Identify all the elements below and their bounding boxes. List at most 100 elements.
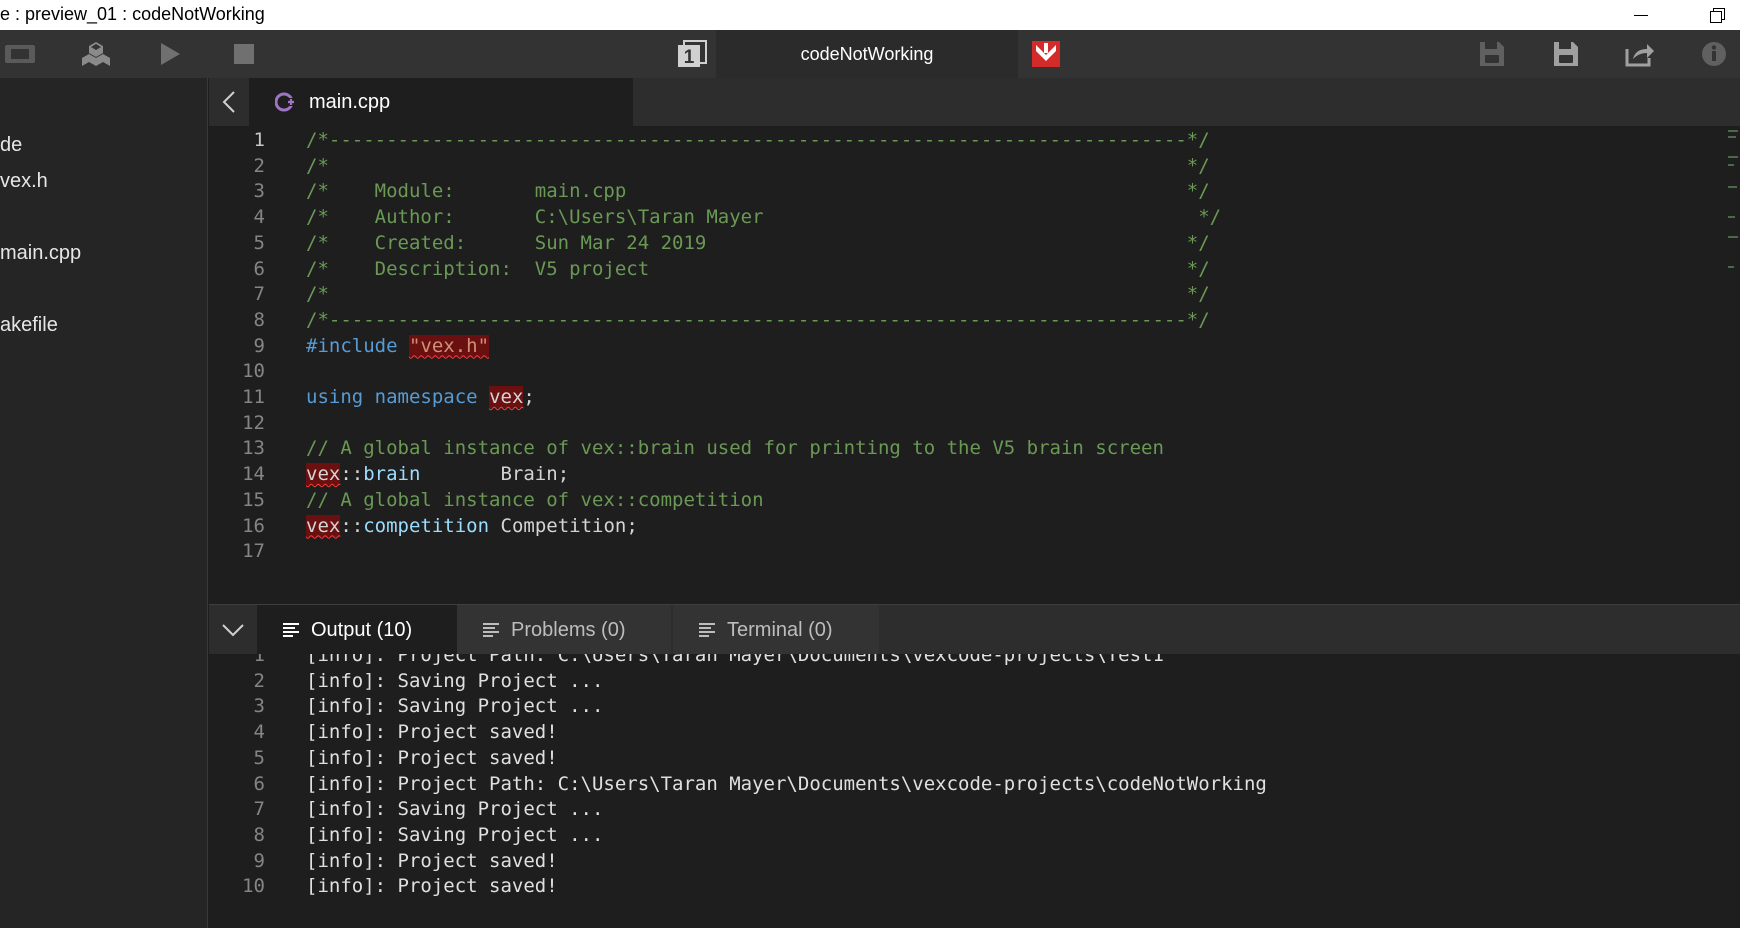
line-number: 2 (253, 154, 265, 177)
line-number: 15 (242, 488, 265, 511)
code-text: /* */ (306, 280, 1210, 309)
code-text: /*--------------------------------------… (306, 306, 1210, 335)
code-line[interactable]: 14 vex::brain Brain; (209, 460, 1709, 489)
line-number: 4 (253, 206, 265, 229)
save-as-icon (1554, 42, 1578, 66)
run-button[interactable] (148, 30, 192, 78)
output-line-number: 2 (253, 669, 265, 692)
error-token: "vex.h" (408, 334, 490, 357)
code-token: /*--------------------------------------… (306, 129, 1210, 151)
minimap[interactable] (1726, 126, 1740, 296)
output-panel[interactable]: 1 [info]: Project Path: C:\Users\Taran Ma… (209, 654, 1740, 928)
output-line-text: [info]: Project Path: C:\Users\Taran May… (306, 772, 1267, 795)
code-editor[interactable]: 1 /*-------------------------------------… (209, 126, 1740, 604)
collapse-sidebar-button[interactable] (209, 78, 249, 126)
vexcode-window: e : preview_01 : codeNotWorking 1 codeNo… (0, 0, 1740, 928)
code-line[interactable]: 17 (209, 537, 1709, 566)
code-token: /* Module: main.cpp */ (306, 180, 1210, 203)
output-line: 4 [info]: Project saved! (209, 718, 1709, 747)
output-line-text: [info]: Saving Project ... (306, 823, 604, 846)
output-line-text: [info]: Project saved! (306, 875, 558, 898)
tab-problems[interactable]: Problems (0) (457, 605, 671, 655)
sidebar-item-project[interactable]: de (0, 134, 22, 157)
output-line-text: [info]: Project saved! (306, 849, 558, 872)
code-line[interactable]: 11 using namespace vex; (209, 383, 1709, 412)
editor-tab-bar: main.cpp (209, 78, 1740, 126)
code-line[interactable]: 12 (209, 409, 1709, 438)
code-line[interactable]: 2 /* */ (209, 152, 1709, 181)
line-number: 7 (253, 283, 265, 306)
output-line-number: 8 (253, 823, 265, 846)
share-button[interactable] (1620, 30, 1660, 78)
code-line[interactable]: 15 // A global instance of vex::competiti… (209, 486, 1709, 515)
code-text: /* */ (306, 152, 1210, 181)
code-token: /* Description: V5 project */ (306, 257, 1210, 280)
output-line-text: [info]: Project saved! (306, 721, 558, 744)
save-icon (1480, 42, 1504, 66)
download-button[interactable] (1026, 30, 1066, 78)
slot-selector[interactable]: 1 (672, 30, 712, 78)
code-line[interactable]: 1 /*-------------------------------------… (209, 126, 1709, 155)
code-text: #include "vex.h" (306, 332, 490, 361)
code-line[interactable]: 6 /* Description: V5 project */ (209, 255, 1709, 284)
code-text: // A global instance of vex::brain used … (306, 434, 1164, 463)
slot-number: 1 (684, 47, 695, 68)
code-line[interactable]: 4 /* Author: C:\Users\Taran Mayer */ (209, 203, 1709, 232)
tab-terminal[interactable]: Terminal (0) (673, 605, 879, 655)
stop-button[interactable] (222, 30, 266, 78)
code-line[interactable]: 3 /* Module: main.cpp */ (209, 177, 1709, 206)
terminal-icon (699, 623, 715, 637)
info-icon (1702, 42, 1726, 66)
line-number: 3 (253, 180, 265, 203)
code-line[interactable]: 7 /* */ (209, 280, 1709, 309)
build-button[interactable] (74, 30, 118, 78)
code-line[interactable]: 16 vex::competition Competition; (209, 512, 1709, 541)
code-line[interactable]: 8 /*-------------------------------------… (209, 306, 1709, 335)
code-line[interactable]: 10 (209, 357, 1709, 386)
line-number: 10 (242, 360, 265, 383)
sidebar-item-makefile[interactable]: akefile (0, 314, 58, 337)
tab-main-cpp[interactable]: main.cpp (249, 78, 633, 126)
code-line[interactable]: 13 // A global instance of vex::brain use… (209, 434, 1709, 463)
panel-tab-bar: Output (10) Problems (0) Terminal (0) (209, 604, 1740, 655)
code-token: namespace (374, 386, 478, 408)
output-line-text: [info]: Saving Project ... (306, 669, 604, 692)
line-number: 1 (253, 129, 265, 151)
line-number: 14 (242, 463, 265, 486)
cpp-file-icon (275, 92, 294, 112)
code-text: /* Module: main.cpp */ (306, 177, 1210, 206)
project-name-field[interactable]: codeNotWorking (716, 30, 1018, 78)
code-token: /* */ (306, 154, 1210, 177)
run-icon (161, 43, 180, 65)
tab-output[interactable]: Output (10) (257, 605, 457, 655)
save-button[interactable] (1472, 30, 1512, 78)
chevron-down-icon (222, 624, 244, 637)
sidebar-item-main-cpp[interactable]: main.cpp (0, 242, 81, 265)
output-line-number: 6 (253, 772, 265, 795)
info-button[interactable] (1694, 30, 1734, 78)
line-number: 12 (242, 411, 265, 434)
minimize-icon (1634, 14, 1648, 16)
error-token: vex (306, 514, 341, 537)
save-as-button[interactable] (1546, 30, 1586, 78)
output-line-number: 9 (253, 849, 265, 872)
code-text: vex::competition Competition; (306, 512, 638, 541)
device-button[interactable] (0, 30, 44, 78)
line-number: 17 (242, 540, 265, 563)
code-text: // A global instance of vex::competition (306, 486, 764, 515)
sidebar-item-vex-h[interactable]: vex.h (0, 170, 48, 193)
title-bar: e : preview_01 : codeNotWorking (0, 0, 1740, 30)
collapse-panel-button[interactable] (209, 605, 257, 655)
restore-button[interactable] (1694, 0, 1740, 30)
code-line[interactable]: 9 #include "vex.h" (209, 332, 1709, 361)
chevron-left-icon (222, 91, 235, 113)
code-text: /* Description: V5 project */ (306, 255, 1210, 284)
output-icon (283, 623, 299, 637)
error-token: vex (306, 463, 341, 486)
minimize-button[interactable] (1618, 0, 1664, 30)
output-line-number: 7 (253, 798, 265, 821)
output-line-text: [info]: Project saved! (306, 746, 558, 769)
code-line[interactable]: 5 /* Created: Sun Mar 24 2019 */ (209, 229, 1709, 258)
tab-problems-label: Problems (0) (511, 618, 626, 641)
